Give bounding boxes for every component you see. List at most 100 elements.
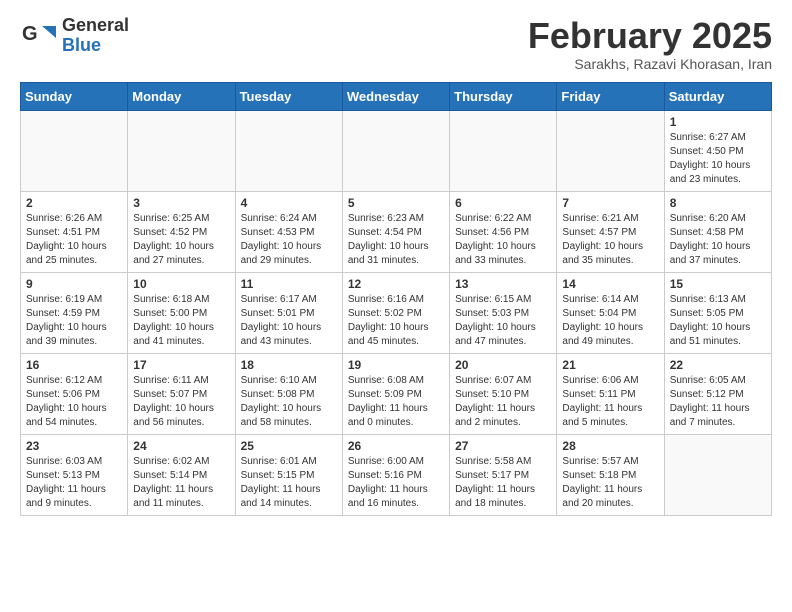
day-info: Sunrise: 6:05 AM Sunset: 5:12 PM Dayligh… <box>670 374 766 430</box>
calendar-cell: 28 Sunrise: 5:57 AM Sunset: 5:18 PM Dayli… <box>557 434 664 515</box>
day-info: Sunrise: 6:13 AM Sunset: 5:05 PM Dayligh… <box>670 293 766 349</box>
day-info: Sunrise: 6:03 AM Sunset: 5:13 PM Dayligh… <box>26 455 122 511</box>
calendar-cell: 10 Sunrise: 6:18 AM Sunset: 5:00 PM Dayli… <box>128 272 235 353</box>
calendar-week-row: 1 Sunrise: 6:27 AM Sunset: 4:50 PM Daylig… <box>21 110 772 191</box>
day-number: 4 <box>241 196 337 210</box>
weekday-header: Thursday <box>450 82 557 110</box>
day-info: Sunrise: 6:17 AM Sunset: 5:01 PM Dayligh… <box>241 293 337 349</box>
calendar-cell: 26 Sunrise: 6:00 AM Sunset: 5:16 PM Dayli… <box>342 434 449 515</box>
day-number: 16 <box>26 358 122 372</box>
calendar-cell: 13 Sunrise: 6:15 AM Sunset: 5:03 PM Dayli… <box>450 272 557 353</box>
calendar-cell: 1 Sunrise: 6:27 AM Sunset: 4:50 PM Daylig… <box>664 110 771 191</box>
day-info: Sunrise: 6:14 AM Sunset: 5:04 PM Dayligh… <box>562 293 658 349</box>
weekday-header: Sunday <box>21 82 128 110</box>
day-number: 26 <box>348 439 444 453</box>
day-info: Sunrise: 6:10 AM Sunset: 5:08 PM Dayligh… <box>241 374 337 430</box>
day-info: Sunrise: 6:00 AM Sunset: 5:16 PM Dayligh… <box>348 455 444 511</box>
day-info: Sunrise: 6:08 AM Sunset: 5:09 PM Dayligh… <box>348 374 444 430</box>
month-title: February 2025 <box>528 16 772 56</box>
logo-blue-text: Blue <box>62 36 129 56</box>
day-info: Sunrise: 6:07 AM Sunset: 5:10 PM Dayligh… <box>455 374 551 430</box>
day-number: 20 <box>455 358 551 372</box>
day-number: 25 <box>241 439 337 453</box>
location-subtitle: Sarakhs, Razavi Khorasan, Iran <box>528 56 772 72</box>
calendar-cell <box>235 110 342 191</box>
day-number: 23 <box>26 439 122 453</box>
weekday-header: Friday <box>557 82 664 110</box>
day-info: Sunrise: 5:58 AM Sunset: 5:17 PM Dayligh… <box>455 455 551 511</box>
day-number: 9 <box>26 277 122 291</box>
calendar-cell: 24Sunrise: 6:02 AM Sunset: 5:14 PM Dayli… <box>128 434 235 515</box>
day-number: 2 <box>26 196 122 210</box>
calendar-cell: 6Sunrise: 6:22 AM Sunset: 4:56 PM Daylig… <box>450 191 557 272</box>
weekday-header: Monday <box>128 82 235 110</box>
calendar-cell: 27Sunrise: 5:58 AM Sunset: 5:17 PM Dayli… <box>450 434 557 515</box>
calendar-week-row: 23 Sunrise: 6:03 AM Sunset: 5:13 PM Dayli… <box>21 434 772 515</box>
day-number: 5 <box>348 196 444 210</box>
calendar-cell: 25 Sunrise: 6:01 AM Sunset: 5:15 PM Dayli… <box>235 434 342 515</box>
svg-text:G: G <box>22 23 38 45</box>
day-info: Sunrise: 6:24 AM Sunset: 4:53 PM Dayligh… <box>241 212 337 268</box>
calendar-cell <box>664 434 771 515</box>
calendar-cell <box>342 110 449 191</box>
day-info: Sunrise: 6:01 AM Sunset: 5:15 PM Dayligh… <box>241 455 337 511</box>
day-number: 3 <box>133 196 229 210</box>
calendar-week-row: 2Sunrise: 6:26 AM Sunset: 4:51 PM Daylig… <box>21 191 772 272</box>
day-number: 6 <box>455 196 551 210</box>
day-info: Sunrise: 5:57 AM Sunset: 5:18 PM Dayligh… <box>562 455 658 511</box>
calendar-cell: 17 Sunrise: 6:11 AM Sunset: 5:07 PM Dayli… <box>128 353 235 434</box>
calendar-cell: 23 Sunrise: 6:03 AM Sunset: 5:13 PM Dayli… <box>21 434 128 515</box>
calendar-cell: 18 Sunrise: 6:10 AM Sunset: 5:08 PM Dayli… <box>235 353 342 434</box>
day-number: 1 <box>670 115 766 129</box>
day-info: Sunrise: 6:18 AM Sunset: 5:00 PM Dayligh… <box>133 293 229 349</box>
calendar-cell: 19 Sunrise: 6:08 AM Sunset: 5:09 PM Dayli… <box>342 353 449 434</box>
day-number: 22 <box>670 358 766 372</box>
logo-general-text: General <box>62 16 129 36</box>
day-info: Sunrise: 6:16 AM Sunset: 5:02 PM Dayligh… <box>348 293 444 349</box>
logo-text: General Blue <box>62 16 129 56</box>
day-number: 21 <box>562 358 658 372</box>
day-info: Sunrise: 6:02 AM Sunset: 5:14 PM Dayligh… <box>133 455 229 511</box>
calendar-cell: 16 Sunrise: 6:12 AM Sunset: 5:06 PM Dayli… <box>21 353 128 434</box>
day-info: Sunrise: 6:23 AM Sunset: 4:54 PM Dayligh… <box>348 212 444 268</box>
day-number: 11 <box>241 277 337 291</box>
day-number: 8 <box>670 196 766 210</box>
calendar-cell: 22 Sunrise: 6:05 AM Sunset: 5:12 PM Dayli… <box>664 353 771 434</box>
calendar-cell <box>21 110 128 191</box>
day-number: 13 <box>455 277 551 291</box>
calendar-cell: 11 Sunrise: 6:17 AM Sunset: 5:01 PM Dayli… <box>235 272 342 353</box>
day-info: Sunrise: 6:15 AM Sunset: 5:03 PM Dayligh… <box>455 293 551 349</box>
calendar-cell: 2Sunrise: 6:26 AM Sunset: 4:51 PM Daylig… <box>21 191 128 272</box>
calendar-cell <box>557 110 664 191</box>
day-number: 18 <box>241 358 337 372</box>
calendar-cell: 3Sunrise: 6:25 AM Sunset: 4:52 PM Daylig… <box>128 191 235 272</box>
calendar-cell: 8 Sunrise: 6:20 AM Sunset: 4:58 PM Daylig… <box>664 191 771 272</box>
day-info: Sunrise: 6:11 AM Sunset: 5:07 PM Dayligh… <box>133 374 229 430</box>
page: G General Blue February 2025 Sarakhs, Ra… <box>0 0 792 536</box>
calendar-week-row: 9 Sunrise: 6:19 AM Sunset: 4:59 PM Daylig… <box>21 272 772 353</box>
calendar-cell: 7 Sunrise: 6:21 AM Sunset: 4:57 PM Daylig… <box>557 191 664 272</box>
calendar-table: SundayMondayTuesdayWednesdayThursdayFrid… <box>20 82 772 516</box>
title-block: February 2025 Sarakhs, Razavi Khorasan, … <box>528 16 772 72</box>
day-info: Sunrise: 6:27 AM Sunset: 4:50 PM Dayligh… <box>670 131 766 187</box>
day-info: Sunrise: 6:06 AM Sunset: 5:11 PM Dayligh… <box>562 374 658 430</box>
day-number: 12 <box>348 277 444 291</box>
day-number: 28 <box>562 439 658 453</box>
day-number: 10 <box>133 277 229 291</box>
calendar-cell <box>450 110 557 191</box>
day-info: Sunrise: 6:21 AM Sunset: 4:57 PM Dayligh… <box>562 212 658 268</box>
calendar-header-row: SundayMondayTuesdayWednesdayThursdayFrid… <box>21 82 772 110</box>
calendar-cell: 20 Sunrise: 6:07 AM Sunset: 5:10 PM Dayli… <box>450 353 557 434</box>
calendar-cell: 14Sunrise: 6:14 AM Sunset: 5:04 PM Dayli… <box>557 272 664 353</box>
logo-icon: G <box>20 18 56 54</box>
day-info: Sunrise: 6:20 AM Sunset: 4:58 PM Dayligh… <box>670 212 766 268</box>
day-number: 17 <box>133 358 229 372</box>
calendar-cell: 15Sunrise: 6:13 AM Sunset: 5:05 PM Dayli… <box>664 272 771 353</box>
day-info: Sunrise: 6:19 AM Sunset: 4:59 PM Dayligh… <box>26 293 122 349</box>
calendar-cell <box>128 110 235 191</box>
day-number: 19 <box>348 358 444 372</box>
day-info: Sunrise: 6:12 AM Sunset: 5:06 PM Dayligh… <box>26 374 122 430</box>
calendar-cell: 12 Sunrise: 6:16 AM Sunset: 5:02 PM Dayli… <box>342 272 449 353</box>
day-number: 7 <box>562 196 658 210</box>
weekday-header: Wednesday <box>342 82 449 110</box>
